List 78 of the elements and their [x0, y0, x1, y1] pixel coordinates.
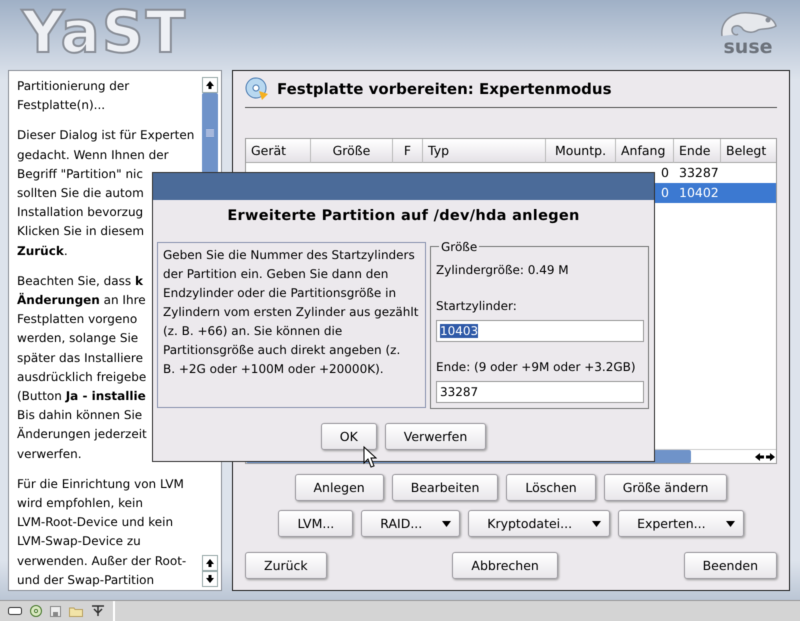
- nav-button[interactable]: Zurück: [245, 552, 327, 579]
- action-button[interactable]: Bearbeiten: [392, 474, 498, 501]
- drive-icon[interactable]: [8, 607, 22, 615]
- column-header[interactable]: F: [393, 139, 423, 163]
- help-text-line: gedacht. Wenn Ihnen der: [17, 146, 169, 164]
- menu-button[interactable]: RAID...: [361, 510, 460, 537]
- column-header[interactable]: Mountp.: [546, 139, 616, 163]
- down-arrow-icon: [205, 574, 215, 584]
- network-icon[interactable]: [91, 605, 105, 617]
- dialog-button[interactable]: Verwerfen: [384, 422, 486, 450]
- brand-logo: suse: [723, 38, 773, 57]
- nav-button[interactable]: Abbrechen: [452, 552, 558, 579]
- help-text-line: später das Installiere: [17, 350, 143, 367]
- up-arrow-icon: [205, 558, 215, 568]
- menu-button[interactable]: Kryptodatei...: [468, 510, 610, 537]
- action-button[interactable]: LVM...: [278, 510, 354, 537]
- input-field[interactable]: 33287: [436, 380, 644, 403]
- table-cell-text: 0: [660, 184, 670, 202]
- field-label: Startzylinder:: [436, 298, 518, 315]
- cylinder-size-text: Zylindergröße: 0.49 M: [436, 262, 570, 279]
- panel-title: Festplatte vorbereiten: Expertenmodus: [277, 78, 612, 100]
- left-arrow-icon[interactable]: [754, 452, 765, 462]
- nav-button[interactable]: Beenden: [684, 552, 777, 579]
- help-text-line: verwenden. Außer der Root-: [17, 552, 186, 570]
- column-header[interactable]: Typ: [423, 139, 546, 163]
- help-text-line: Festplatten vorgeno: [17, 311, 138, 328]
- help-text-line: und der Swap-Partition: [17, 572, 154, 589]
- help-text-line: Festplatte(n)...: [17, 97, 106, 114]
- dialog-button[interactable]: OK: [320, 422, 377, 450]
- help-text-line: LVM-Swap-Device zu: [17, 533, 141, 550]
- help-text-line: sollten Sie die autom: [17, 185, 144, 202]
- help-text-line: Klicken Sie in diesem: [17, 223, 144, 240]
- scroll-up-button[interactable]: [202, 555, 218, 571]
- caret-icon: [442, 520, 452, 526]
- menu-button[interactable]: Experten...: [618, 510, 744, 537]
- action-button[interactable]: Löschen: [506, 474, 596, 501]
- help-text-line: LVM-Root-Device und kein: [17, 514, 174, 532]
- disk-icon: [245, 77, 269, 101]
- help-text-line: Für die Einrichtung von LVM: [17, 476, 184, 493]
- right-arrow-icon[interactable]: [765, 452, 776, 462]
- help-text-line: Bis dahin können Sie: [17, 407, 142, 424]
- grip-icon: [206, 129, 214, 137]
- column-header[interactable]: Ende: [674, 139, 721, 163]
- help-text-line: Dieser Dialog ist für Experten: [17, 127, 194, 144]
- table-cell-text: 10402: [678, 184, 720, 202]
- help-text-line: Begriff "Partition" nic: [17, 166, 143, 183]
- up-arrow-icon: [205, 80, 215, 90]
- cd-icon[interactable]: [30, 605, 42, 617]
- column-header[interactable]: Belegt: [721, 139, 776, 163]
- table-cell-text: 33287: [678, 164, 720, 182]
- column-header[interactable]: Gerät: [246, 139, 311, 163]
- yast-logo: YaST: [22, 0, 188, 65]
- scroll-down-button[interactable]: [202, 571, 218, 587]
- help-text-line: Partitionierung der: [17, 78, 130, 95]
- help-text-line: ausdrücklich freigebe: [17, 368, 146, 386]
- column-header[interactable]: Anfang: [616, 139, 674, 163]
- help-text-line: Zurück.: [17, 242, 68, 260]
- dialog-help-text: Geben Sie die Nummer des Startzylinders der Partition ein. Geben Sie dann den Endzylinder oder die Partitionsgröße in Zylindern vom ersten Zylinder aus gezählt (z. B. +66) an. Sie können die Partitionsgröße auch direkt angeben (z. B. +2G oder +100M oder +20000K).: [157, 242, 426, 408]
- dialog-title: Erweiterte Partition auf /dev/hda anlegen: [226, 207, 581, 226]
- scroll-up-button[interactable]: [202, 77, 218, 93]
- column-header[interactable]: Größe: [311, 139, 393, 163]
- table-cell-text: 0: [660, 164, 670, 182]
- help-text-line: werden, solange Sie: [17, 330, 138, 348]
- action-button[interactable]: Größe ändern: [604, 474, 728, 501]
- help-text-line: wird empfohlen, kein: [17, 495, 143, 512]
- caret-icon: [726, 520, 735, 526]
- action-button[interactable]: Anlegen: [294, 474, 384, 501]
- input-field[interactable]: 10403: [436, 320, 644, 342]
- floppy-icon[interactable]: [50, 606, 61, 616]
- help-text-line: Änderungen jederzeit: [17, 426, 147, 444]
- help-text-line: verwerfen.: [17, 446, 82, 463]
- help-text-line: (Button Ja - installie: [17, 388, 146, 406]
- help-text-line: Beachten Sie, dass k: [17, 272, 143, 290]
- scrollbar-thumb[interactable]: [202, 93, 218, 173]
- caret-icon: [592, 520, 602, 526]
- help-text-line: Änderungen an Ihre: [17, 292, 146, 310]
- field-label: Ende: (9 oder +9M oder +3.2GB): [436, 358, 637, 376]
- help-text-line: Installation bevorzug: [17, 204, 144, 222]
